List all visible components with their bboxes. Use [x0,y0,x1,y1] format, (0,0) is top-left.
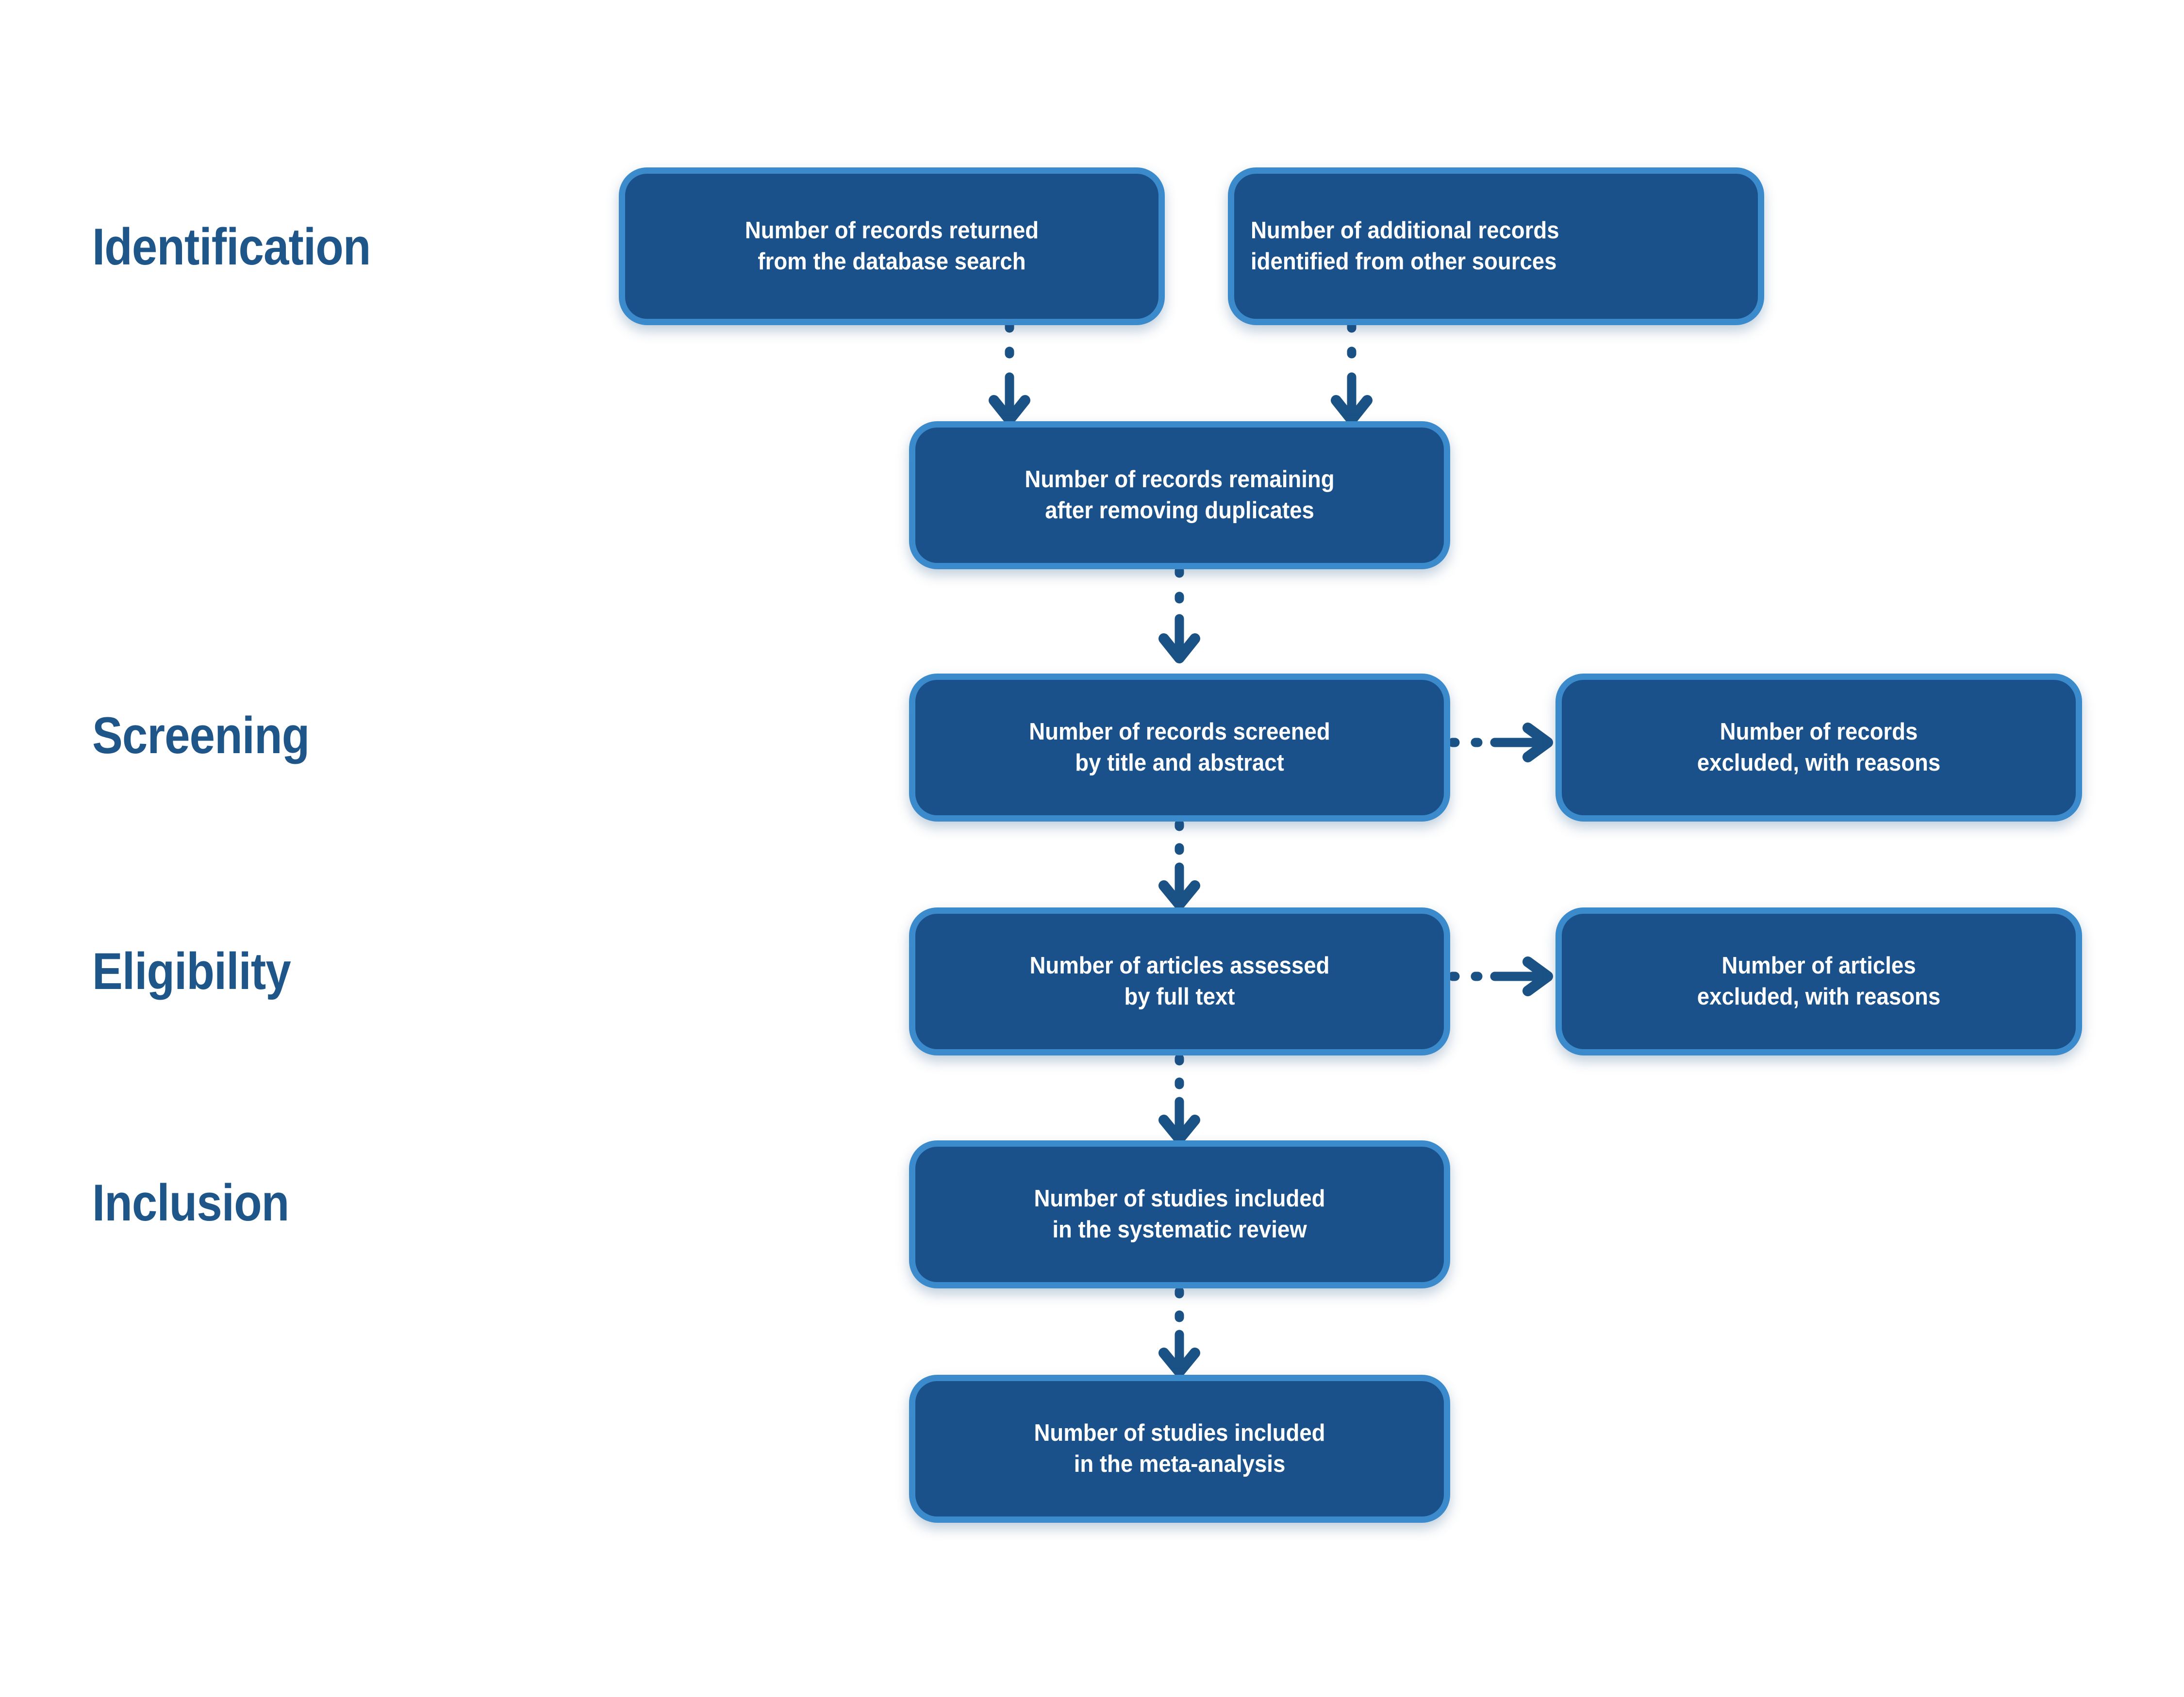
stage-label-identification: Identification [92,217,371,276]
node-articles-assessed-line2: by full text [1124,983,1235,1010]
node-articles-assessed[interactable]: Number of articles assessed by full text [909,907,1450,1055]
node-records-screened-line1: Number of records screened [1029,718,1330,745]
node-records-screened[interactable]: Number of records screened by title and … [909,674,1450,822]
node-records-excluded-text: Number of records excluded, with reasons [1595,717,2043,778]
connector-assessed-to-review [1150,1054,1208,1145]
node-records-remaining[interactable]: Number of records remaining after removi… [909,421,1450,569]
node-records-remaining-line1: Number of records remaining [1025,466,1335,493]
node-additional-records-text: Number of additional records identified … [1251,215,1707,277]
node-articles-excluded-line2: excluded, with reasons [1697,983,1941,1010]
stage-label-screening: Screening [92,706,310,764]
node-records-returned[interactable]: Number of records returned from the data… [619,167,1165,325]
node-records-screened-text: Number of records screened by title and … [949,717,1410,778]
node-records-remaining-line2: after removing duplicates [1045,497,1314,524]
node-studies-meta-analysis-text: Number of studies included in the meta-a… [949,1418,1410,1480]
node-records-excluded[interactable]: Number of records excluded, with reasons [1555,674,2082,822]
node-studies-meta-analysis-line2: in the meta-analysis [1074,1450,1286,1477]
node-studies-meta-analysis[interactable]: Number of studies included in the meta-a… [909,1375,1450,1523]
node-records-returned-text: Number of records returned from the data… [659,215,1125,277]
node-articles-excluded-line1: Number of articles [1721,952,1916,979]
stage-label-eligibility: Eligibility [92,942,291,1000]
connector-additional-to-remaining [1323,321,1381,427]
node-records-returned-line2: from the database search [758,248,1026,275]
node-studies-meta-analysis-line1: Number of studies included [1034,1419,1325,1446]
stage-label-inclusion: Inclusion [92,1173,289,1232]
node-records-excluded-line1: Number of records [1720,718,1918,745]
connector-assessed-to-excluded [1448,942,1563,1010]
node-articles-excluded[interactable]: Number of articles excluded, with reason… [1555,907,2082,1055]
node-studies-systematic-review-line1: Number of studies included [1034,1185,1325,1212]
prisma-flow-diagram: Identification Screening Eligibility Inc… [0,0,2184,1697]
connector-remaining-to-screened [1150,566,1208,665]
node-studies-systematic-review-text: Number of studies included in the system… [949,1184,1410,1245]
connector-screened-to-assessed [1150,819,1208,911]
node-studies-systematic-review-line2: in the systematic review [1052,1216,1307,1243]
node-articles-excluded-text: Number of articles excluded, with reason… [1595,951,2043,1012]
node-articles-assessed-line1: Number of articles assessed [1029,952,1330,979]
node-records-remaining-text: Number of records remaining after removi… [949,464,1410,526]
node-additional-records-line2: identified from other sources [1251,248,1557,275]
connector-review-to-meta [1150,1286,1208,1378]
node-additional-records[interactable]: Number of additional records identified … [1228,167,1764,325]
node-studies-systematic-review[interactable]: Number of studies included in the system… [909,1140,1450,1288]
node-records-screened-line2: by title and abstract [1075,749,1284,776]
node-articles-assessed-text: Number of articles assessed by full text [949,951,1410,1012]
node-records-returned-line1: Number of records returned [745,217,1039,244]
node-additional-records-line1: Number of additional records [1251,217,1559,244]
connector-screened-to-excluded [1448,708,1563,776]
node-records-excluded-line2: excluded, with reasons [1697,749,1941,776]
connector-returned-to-remaining [980,321,1039,427]
